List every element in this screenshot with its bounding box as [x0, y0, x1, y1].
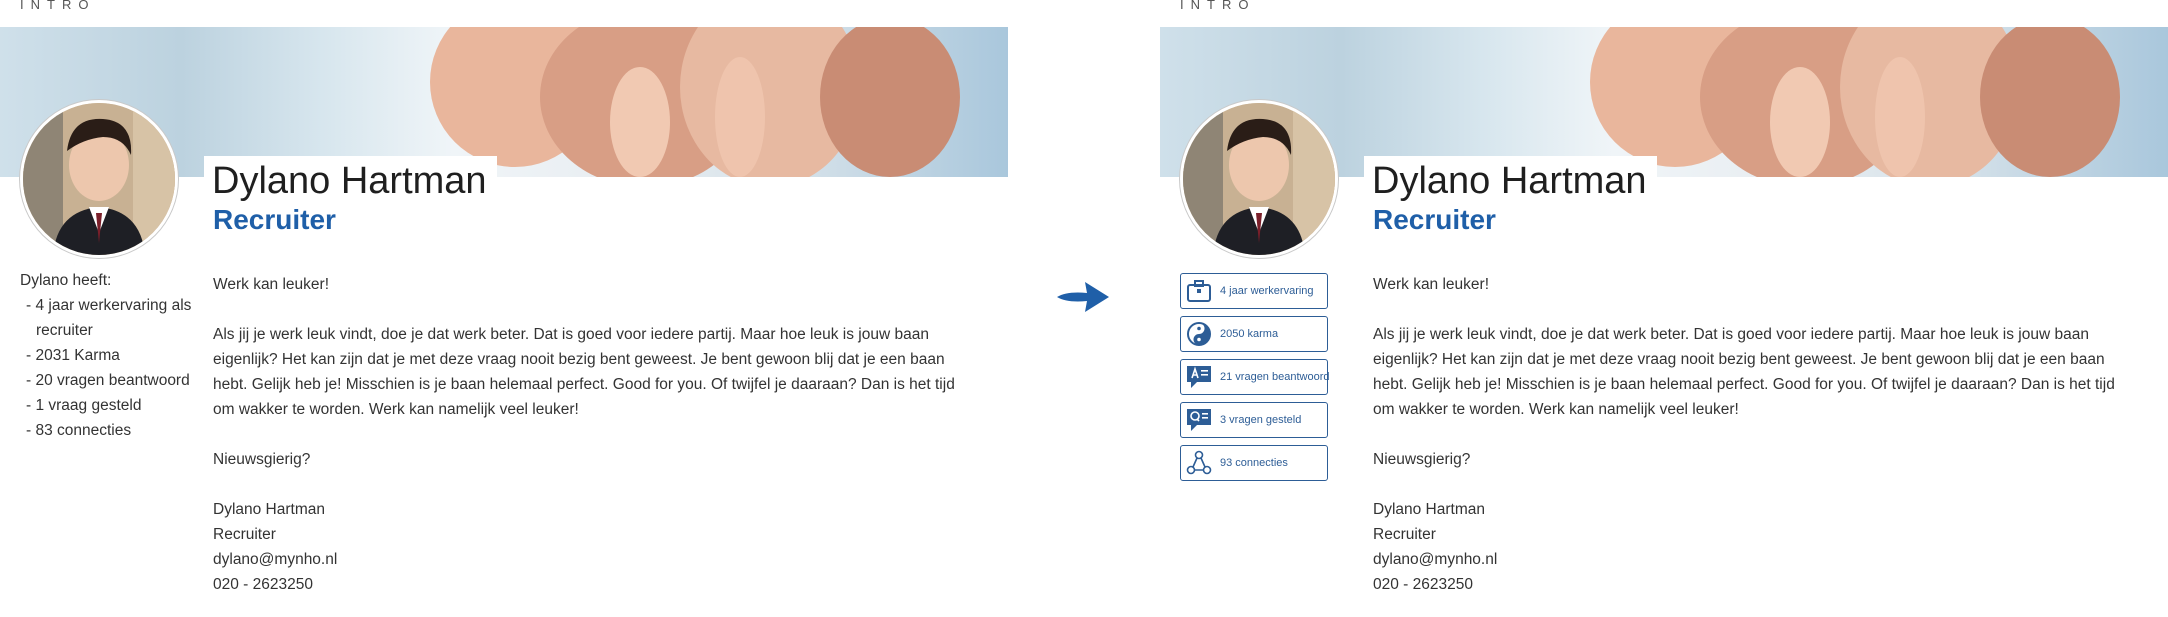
answer-icon	[1185, 363, 1213, 391]
briefcase-icon	[1185, 277, 1213, 305]
signature-name: Dylano Hartman	[213, 501, 325, 518]
avatar	[20, 100, 178, 258]
signature-email[interactable]: dylano@mynho.nl	[1373, 547, 2133, 572]
network-icon	[1185, 449, 1213, 477]
profile-after-panel: INTRO Dylano Hartman Recruiter 4 jaar we…	[1160, 0, 2168, 617]
yin-yang-icon	[1185, 320, 1213, 348]
stat-item: - 1 vraag gesteld	[26, 397, 142, 414]
stat-item: recruiter	[36, 322, 93, 339]
question-icon	[1185, 406, 1213, 434]
question-text: Nieuwsgierig?	[213, 451, 311, 468]
stats-list: Dylano heeft: - 4 jaar werkervaring als …	[20, 268, 191, 443]
section-label: INTRO	[20, 0, 96, 12]
signature-email[interactable]: dylano@mynho.nl	[213, 547, 973, 572]
paragraph-text: Als jij je werk leuk vindt, doe je dat w…	[213, 326, 955, 418]
stats-heading: Dylano heeft:	[20, 272, 112, 289]
stat-item: - 4 jaar werkervaring als	[26, 297, 192, 314]
avatar	[1180, 100, 1338, 258]
stat-button-questions[interactable]: 3 vragen gesteld	[1180, 402, 1328, 438]
stats-buttons: 4 jaar werkervaring 2050 karma 21 vragen…	[1180, 273, 1329, 488]
profile-name: Dylano Hartman	[204, 156, 497, 204]
stat-button-answers[interactable]: 21 vragen beantwoord	[1180, 359, 1329, 395]
stat-item: - 2031 Karma	[26, 347, 120, 364]
paragraph-text: Als jij je werk leuk vindt, doe je dat w…	[1373, 326, 2115, 418]
question-text: Nieuwsgierig?	[1373, 451, 1471, 468]
profile-description: Werk kan leuker! Als jij je werk leuk vi…	[213, 272, 973, 597]
signature-name: Dylano Hartman	[1373, 501, 1485, 518]
greeting-text: Werk kan leuker!	[1373, 276, 1490, 293]
stat-item: - 20 vragen beantwoord	[26, 372, 190, 389]
arrow-right-icon	[1057, 282, 1109, 312]
signature: Dylano Hartman Recruiter dylano@mynho.nl…	[213, 497, 973, 597]
signature: Dylano Hartman Recruiter dylano@mynho.nl…	[1373, 497, 2133, 597]
profile-name: Dylano Hartman	[1364, 156, 1657, 204]
profile-before-panel: INTRO Dylano Hartman Recruiter Dylano he…	[0, 0, 1008, 617]
profile-role: Recruiter	[213, 204, 336, 235]
signature-role: Recruiter	[1373, 526, 1436, 543]
stat-button-experience[interactable]: 4 jaar werkervaring	[1180, 273, 1328, 309]
signature-phone: 020 - 2623250	[213, 576, 313, 593]
stat-item: - 83 connecties	[26, 422, 132, 439]
greeting-text: Werk kan leuker!	[213, 276, 330, 293]
profile-description: Werk kan leuker! Als jij je werk leuk vi…	[1373, 272, 2133, 597]
signature-role: Recruiter	[213, 526, 276, 543]
stat-button-connections[interactable]: 93 connecties	[1180, 445, 1328, 481]
profile-role: Recruiter	[1373, 204, 1496, 235]
signature-phone: 020 - 2623250	[1373, 576, 1473, 593]
section-label: INTRO	[1180, 0, 1256, 12]
stat-button-karma[interactable]: 2050 karma	[1180, 316, 1328, 352]
